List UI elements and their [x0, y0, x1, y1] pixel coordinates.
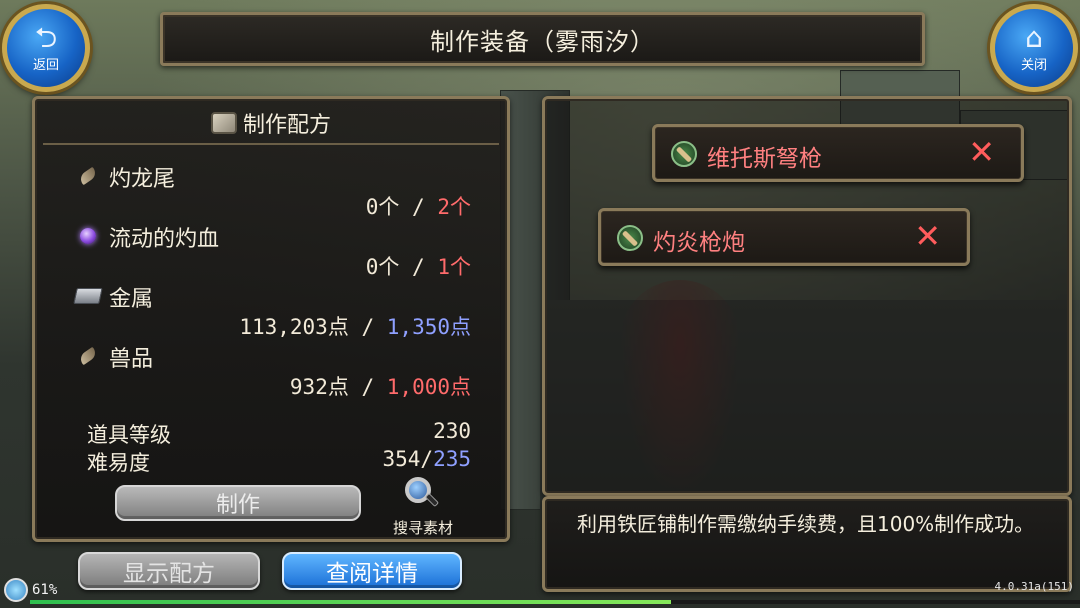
divider: [43, 143, 499, 145]
return-arrow-icon: ⮌: [34, 20, 58, 54]
difficulty-label: 难易度: [87, 451, 150, 475]
message-panel: 利用铁匠铺制作需缴纳手续费，且100%制作成功。: [542, 496, 1072, 592]
feather-icon: [75, 345, 101, 367]
battery-status: 61%: [4, 578, 57, 602]
show-recipe-button[interactable]: 显示配方: [78, 552, 260, 590]
recipe-header-label: 制作配方: [242, 113, 331, 138]
recipe-panel: 制作配方 灼龙尾 0个 / 2个 流动的灼血 0个 / 1个 金属 113,20…: [32, 96, 510, 542]
recipe-header: 制作配方: [35, 105, 507, 141]
material-name: 金属: [109, 287, 154, 312]
feather-icon: [75, 165, 101, 187]
material-row: 金属 113,203点 / 1,350点: [73, 281, 471, 341]
battery-bar-fill: [30, 600, 671, 604]
material-count: 932点 / 1,000点: [289, 375, 471, 399]
version-label: 4.0.31a(151): [994, 580, 1074, 593]
page-title: 制作装备（雾雨汐）: [430, 27, 655, 56]
item-card[interactable]: 灼炎枪炮 ✕: [598, 208, 970, 266]
back-button[interactable]: ⮌ 返回: [2, 4, 90, 92]
material-row: 兽品 932点 / 1,000点: [75, 341, 471, 401]
view-detail-button[interactable]: 查阅详情: [282, 552, 462, 590]
make-button[interactable]: 制作: [115, 485, 361, 521]
material-count: 0个 / 1个: [365, 255, 471, 279]
item-name: 维托斯弩枪: [707, 146, 822, 172]
title-bar: 制作装备（雾雨汐）: [160, 12, 925, 66]
material-name: 兽品: [109, 347, 154, 372]
home-icon: ⌂: [1025, 20, 1043, 54]
metal-ingot-icon: [73, 285, 103, 307]
crossbow-icon: [671, 141, 697, 167]
material-count: 113,203点 / 1,350点: [239, 315, 471, 339]
item-name: 灼炎枪炮: [653, 230, 745, 256]
item-level-value: 230: [433, 419, 471, 443]
back-button-label: 返回: [32, 57, 59, 73]
remove-item-button[interactable]: ✕: [914, 217, 941, 255]
item-card[interactable]: 维托斯弩枪 ✕: [652, 124, 1024, 182]
close-button[interactable]: ⌂ 关闭: [990, 4, 1078, 92]
material-name: 流动的灼血: [109, 227, 220, 252]
item-level-label: 道具等级: [87, 423, 171, 447]
recipe-book-icon: [210, 112, 237, 134]
cannon-icon: [617, 225, 643, 251]
battery-bar: [30, 600, 1080, 604]
material-row: 流动的灼血 0个 / 1个: [75, 221, 471, 281]
message-text: 利用铁匠铺制作需缴纳手续费，且100%制作成功。: [577, 512, 1035, 536]
remove-item-button[interactable]: ✕: [968, 133, 995, 171]
purple-orb-icon: [75, 225, 101, 247]
close-button-label: 关闭: [1020, 57, 1047, 73]
material-row: 灼龙尾 0个 / 2个: [75, 161, 471, 221]
magnifier-icon: [405, 477, 440, 509]
material-name: 灼龙尾: [109, 167, 176, 192]
difficulty-value: 354/235: [382, 447, 471, 471]
search-material-label: 搜寻素材: [392, 519, 453, 537]
search-material-button[interactable]: 搜寻素材: [383, 477, 463, 541]
battery-icon: [4, 578, 28, 602]
material-count: 0个 / 2个: [365, 195, 471, 219]
battery-percent: 61%: [32, 582, 58, 598]
